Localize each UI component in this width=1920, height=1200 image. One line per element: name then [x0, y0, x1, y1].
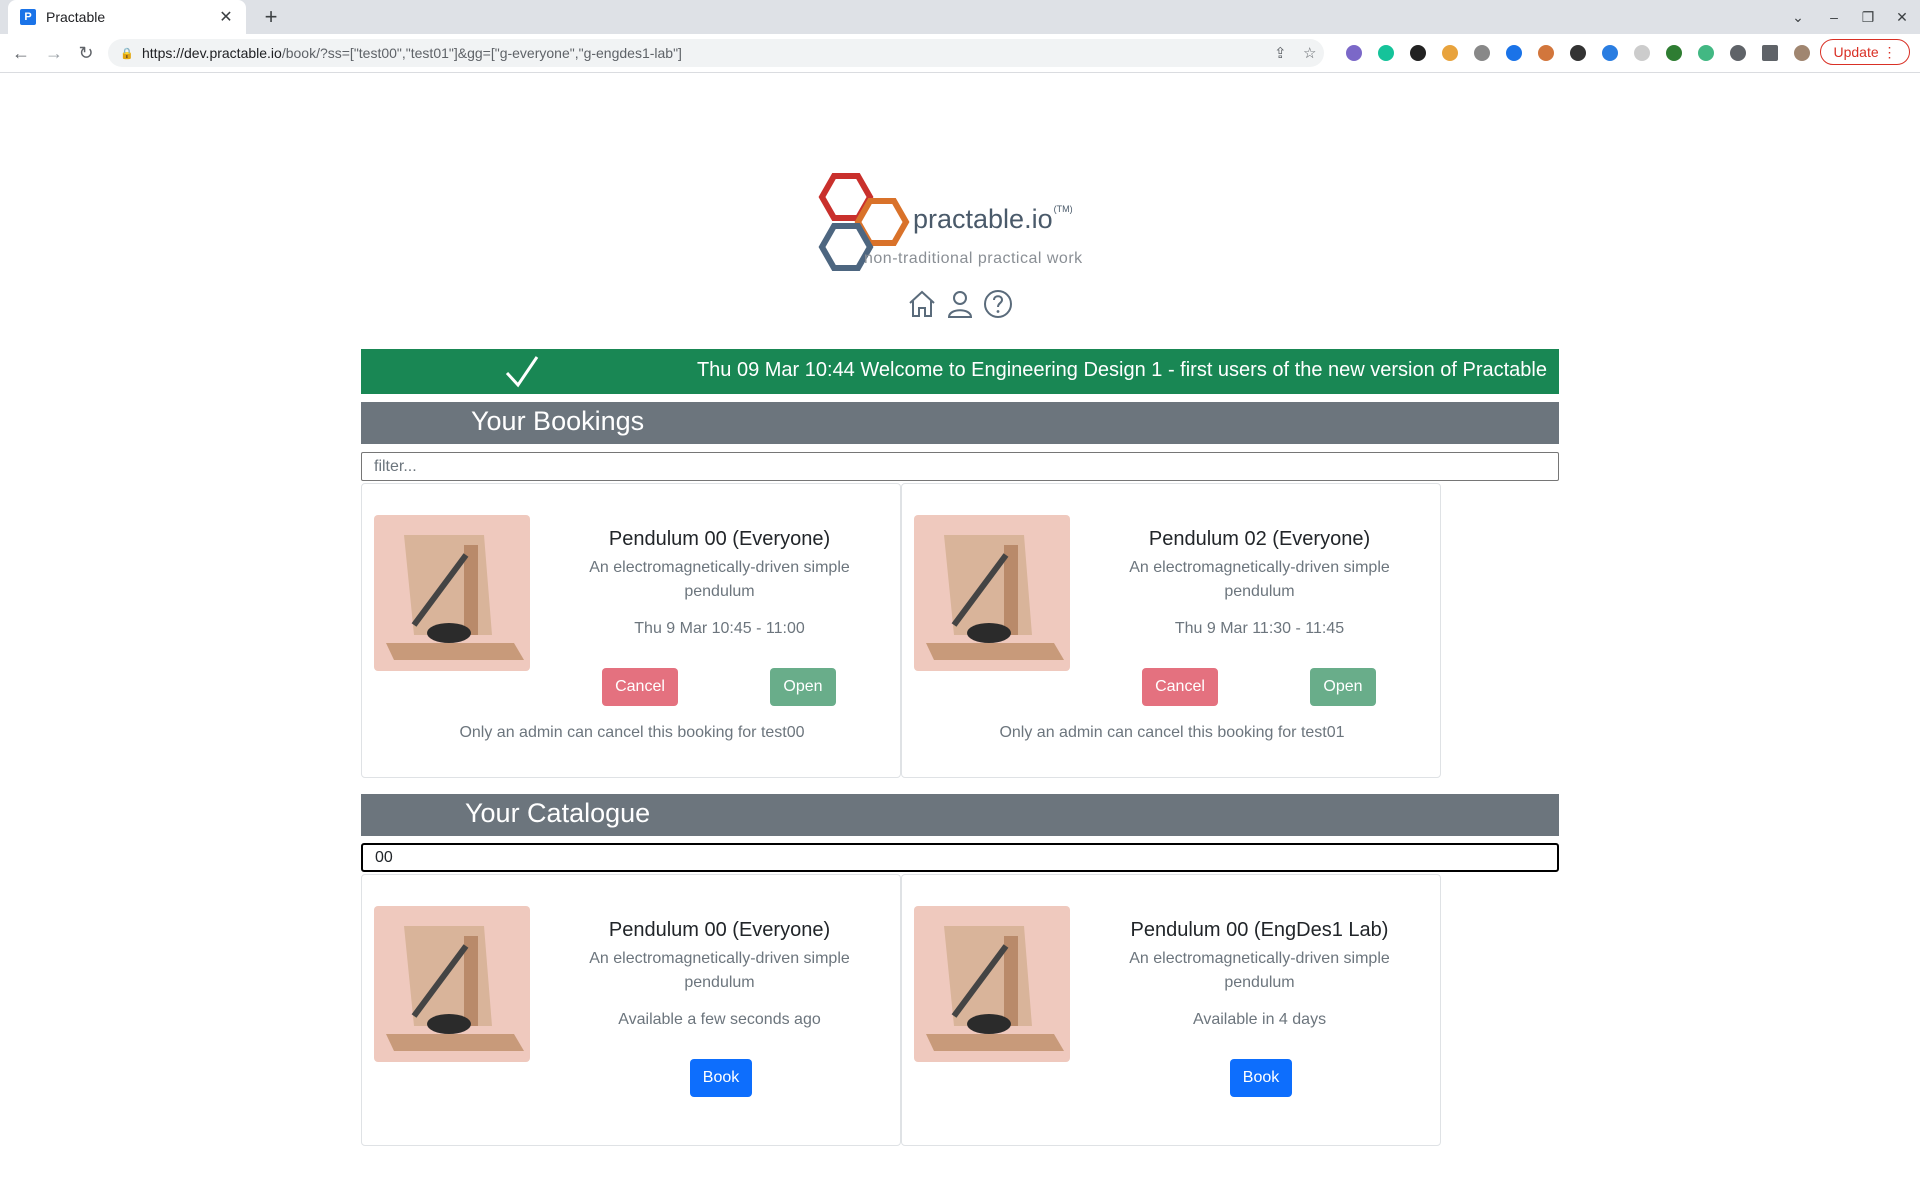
- announcement-banner: Thu 09 Mar 10:44 Welcome to Engineering …: [361, 349, 1559, 394]
- booking-description: An electromagnetically-driven simple pen…: [1129, 559, 1390, 600]
- experiment-description: An electromagnetically-driven simple pen…: [1129, 950, 1390, 991]
- availability-text: Available a few seconds ago: [618, 1011, 821, 1028]
- extension-1-icon[interactable]: [1346, 45, 1362, 61]
- reload-icon[interactable]: ↻: [75, 42, 97, 64]
- extensions-puzzle-icon[interactable]: [1730, 45, 1746, 61]
- browser-tab-strip: P Practable ✕ + ⌄ – ❐ ✕: [0, 0, 1920, 34]
- book-button[interactable]: Book: [690, 1059, 752, 1097]
- side-panel-icon[interactable]: [1762, 45, 1778, 61]
- admin-cancel-note: Only an admin can cancel this booking fo…: [459, 724, 805, 741]
- back-icon[interactable]: ←: [10, 42, 32, 64]
- extension-7-icon[interactable]: [1538, 45, 1554, 61]
- experiment-title: Pendulum 00 (Everyone): [608, 919, 831, 941]
- pendulum-image: [914, 906, 1070, 1062]
- profile-avatar-icon[interactable]: [1794, 45, 1810, 61]
- address-bar[interactable]: 🔒 https://dev.practable.io/book/?ss=["te…: [108, 39, 1324, 67]
- extension-8-icon[interactable]: [1570, 45, 1586, 61]
- booking-description: An electromagnetically-driven simple pen…: [589, 559, 850, 600]
- restore-icon[interactable]: ❐: [1857, 6, 1879, 28]
- cancel-button[interactable]: Cancel: [602, 668, 678, 706]
- practable-favicon-icon: P: [20, 9, 36, 25]
- extension-4-icon[interactable]: [1442, 45, 1458, 61]
- forward-icon[interactable]: →: [43, 42, 65, 64]
- bookings-section-header: Your Bookings: [361, 402, 1559, 444]
- catalogue-info: Pendulum 00 (Everyone) An electromagneti…: [572, 917, 867, 1029]
- pendulum-image: [374, 515, 530, 671]
- catalogue-card: Pendulum 00 (EngDes1 Lab) An electromagn…: [901, 874, 1441, 1146]
- lock-icon: 🔒: [120, 47, 134, 60]
- booking-card: Pendulum 02 (Everyone) An electromagneti…: [901, 483, 1441, 778]
- extension-5-icon[interactable]: [1474, 45, 1490, 61]
- booking-title: Pendulum 02 (Everyone): [1148, 528, 1371, 550]
- update-button[interactable]: Update ⋮: [1820, 39, 1910, 65]
- booking-info: Pendulum 02 (Everyone) An electromagneti…: [1112, 526, 1407, 638]
- booking-info: Pendulum 00 (Everyone) An electromagneti…: [572, 526, 867, 638]
- zotero-extension-icon[interactable]: [1506, 45, 1522, 61]
- url-text: https://dev.practable.io/book/?ss=["test…: [142, 45, 682, 61]
- catalogue-filter-input[interactable]: [361, 843, 1559, 872]
- browser-tab[interactable]: P Practable ✕: [8, 0, 246, 34]
- cancel-button[interactable]: Cancel: [1142, 668, 1218, 706]
- booking-card: Pendulum 00 (Everyone) An electromagneti…: [361, 483, 901, 778]
- vue-devtools-icon[interactable]: [1698, 45, 1714, 61]
- catalogue-heading: Your Catalogue: [465, 798, 651, 828]
- brand-tagline: non-traditional practical work: [864, 250, 1083, 267]
- open-button[interactable]: Open: [770, 668, 836, 706]
- bookings-filter-input[interactable]: [361, 452, 1559, 481]
- window-close-icon[interactable]: ✕: [1891, 6, 1913, 28]
- open-button[interactable]: Open: [1310, 668, 1376, 706]
- tab-close-icon[interactable]: ✕: [216, 7, 236, 27]
- pendulum-image: [374, 906, 530, 1062]
- experiment-description: An electromagnetically-driven simple pen…: [589, 950, 850, 991]
- grammarly-extension-icon[interactable]: [1378, 45, 1394, 61]
- extension-3-icon[interactable]: [1410, 45, 1426, 61]
- brand-name: practable.io(TM): [913, 204, 1073, 234]
- availability-text: Available in 4 days: [1192, 1011, 1327, 1028]
- extension-11-icon[interactable]: [1666, 45, 1682, 61]
- tab-title: Practable: [46, 9, 106, 25]
- user-icon[interactable]: [944, 288, 976, 320]
- catalogue-section-header: Your Catalogue: [361, 794, 1559, 836]
- page-nav-icons: [906, 288, 1014, 320]
- announcement-message: Thu 09 Mar 10:44 Welcome to Engineering …: [696, 359, 1547, 381]
- share-icon[interactable]: ⇪: [1274, 44, 1287, 62]
- book-button[interactable]: Book: [1230, 1059, 1292, 1097]
- admin-cancel-note: Only an admin can cancel this booking fo…: [999, 724, 1345, 741]
- tab-search-chevron-icon[interactable]: ⌄: [1787, 6, 1809, 28]
- catalogue-card: Pendulum 00 (Everyone) An electromagneti…: [361, 874, 901, 1146]
- browser-toolbar: ← → ↻ 🔒 https://dev.practable.io/book/?s…: [0, 34, 1920, 73]
- checkmark-icon: [505, 356, 539, 388]
- new-tab-icon[interactable]: +: [258, 4, 284, 30]
- extension-10-icon[interactable]: [1634, 45, 1650, 61]
- practable-logo[interactable]: practable.io(TM) non-traditional practic…: [810, 170, 1120, 275]
- booking-time: Thu 9 Mar 11:30 - 11:45: [1174, 620, 1345, 637]
- help-icon[interactable]: [982, 288, 1014, 320]
- extension-9-icon[interactable]: [1602, 45, 1618, 61]
- home-icon[interactable]: [906, 288, 938, 320]
- bookings-heading: Your Bookings: [471, 406, 645, 436]
- bookmark-star-icon[interactable]: ☆: [1303, 44, 1316, 62]
- minimize-icon[interactable]: –: [1823, 6, 1845, 28]
- catalogue-info: Pendulum 00 (EngDes1 Lab) An electromagn…: [1112, 917, 1407, 1029]
- pendulum-image: [914, 515, 1070, 671]
- booking-time: Thu 9 Mar 10:45 - 11:00: [634, 620, 805, 637]
- experiment-title: Pendulum 00 (EngDes1 Lab): [1130, 919, 1389, 941]
- booking-title: Pendulum 00 (Everyone): [608, 528, 831, 550]
